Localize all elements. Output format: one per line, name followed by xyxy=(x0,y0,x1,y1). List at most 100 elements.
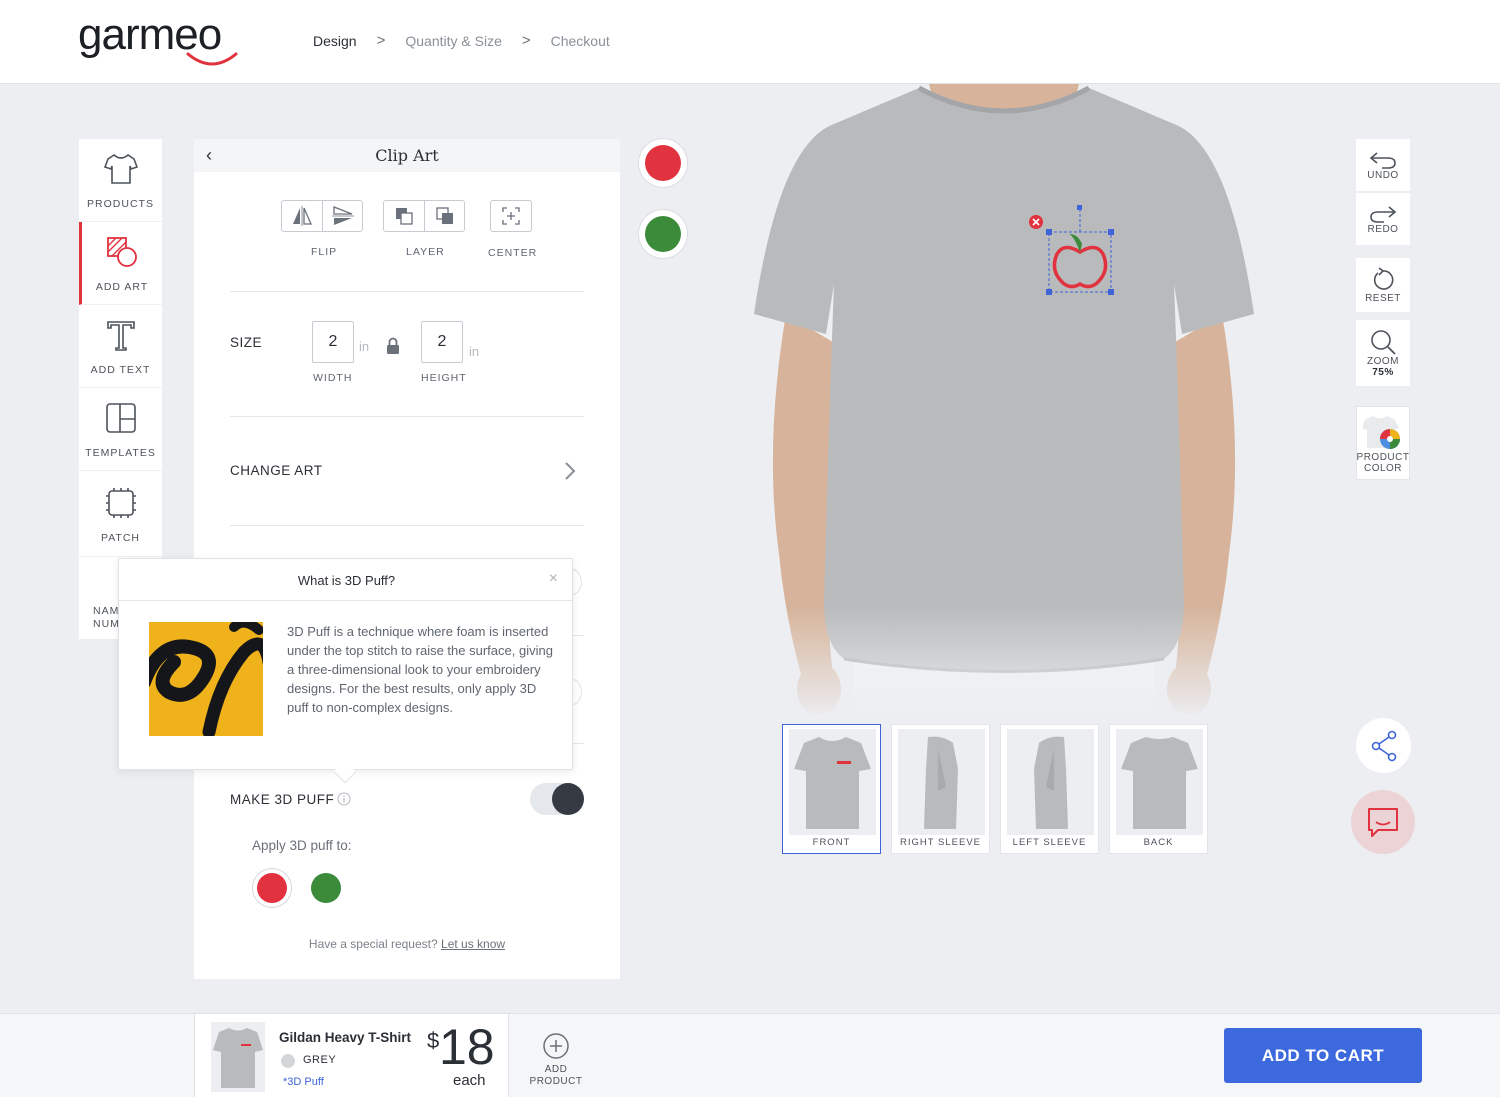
add-product-button[interactable]: ADD PRODUCT xyxy=(530,1032,582,1088)
chevron-right-icon[interactable] xyxy=(563,461,577,481)
tool-templates[interactable]: TEMPLATES xyxy=(79,388,162,471)
tool-patch[interactable]: PATCH xyxy=(79,471,162,557)
puff-color-red[interactable] xyxy=(257,873,287,903)
close-icon[interactable]: × xyxy=(549,570,558,588)
tool-name-label: NAM xyxy=(93,605,120,617)
add-to-cart-button[interactable]: ADD TO CART xyxy=(1224,1028,1422,1083)
product-canvas[interactable] xyxy=(724,84,1284,720)
patch-icon xyxy=(105,487,136,518)
height-label: HEIGHT xyxy=(421,372,467,384)
undo-button[interactable]: UNDO xyxy=(1356,139,1410,191)
height-input[interactable]: 2 xyxy=(421,321,463,363)
view-right-sleeve[interactable]: RIGHT SLEEVE xyxy=(891,724,990,854)
price-value: 18 xyxy=(439,1019,495,1075)
center-buttons xyxy=(490,200,532,232)
size-label: SIZE xyxy=(230,335,263,350)
redo-button[interactable]: REDO xyxy=(1356,193,1410,245)
center-button[interactable] xyxy=(491,201,531,231)
height-unit: in xyxy=(469,344,480,359)
art-color-red-swatch xyxy=(645,145,681,181)
product-color-name: GREY xyxy=(303,1054,337,1066)
redo-icon xyxy=(1370,205,1397,223)
product-color-button[interactable]: PRODUCT COLOR xyxy=(1356,406,1410,480)
front-view-thumbnail xyxy=(789,729,876,835)
product-thumbnail xyxy=(211,1022,265,1092)
apply-puff-label: Apply 3D puff to: xyxy=(252,838,352,853)
puff-color-green[interactable] xyxy=(311,873,341,903)
tool-products-label: PRODUCTS xyxy=(87,198,154,210)
product-color-icon xyxy=(1363,416,1400,449)
divider xyxy=(230,525,584,526)
grey-color-swatch xyxy=(281,1054,295,1068)
flip-vertical-icon xyxy=(331,206,354,225)
tool-add-text-label: ADD TEXT xyxy=(90,364,151,376)
zoom-button[interactable]: ZOOM 75% xyxy=(1356,320,1410,386)
flip-vertical-button[interactable] xyxy=(322,201,362,231)
tool-products[interactable]: PRODUCTS xyxy=(79,139,162,222)
chat-button[interactable] xyxy=(1351,790,1415,854)
zoom-icon xyxy=(1371,330,1396,355)
undo-label: UNDO xyxy=(1367,169,1399,181)
tool-add-art[interactable]: ADD ART xyxy=(79,222,162,305)
change-art-label[interactable]: CHANGE ART xyxy=(230,463,323,478)
tool-patch-label: PATCH xyxy=(100,531,141,544)
crumb-quantity-size[interactable]: Quantity & Size xyxy=(405,33,502,49)
tool-add-text[interactable]: ADD TEXT xyxy=(79,305,162,388)
zoom-value: 75% xyxy=(1372,367,1394,378)
panel-title: Clip Art xyxy=(375,146,439,165)
view-left-sleeve[interactable]: LEFT SLEEVE xyxy=(1000,724,1099,854)
crumb-checkout[interactable]: Checkout xyxy=(551,33,610,49)
bring-forward-icon xyxy=(435,207,453,224)
width-input[interactable]: 2 xyxy=(312,321,354,363)
special-request-text: Have a special request? xyxy=(308,937,438,951)
divider xyxy=(230,416,584,417)
flip-buttons xyxy=(281,200,363,232)
view-front-label: FRONT xyxy=(812,837,851,848)
info-icon[interactable] xyxy=(337,792,351,806)
view-back-label: BACK xyxy=(1143,837,1174,848)
price-unit: each xyxy=(453,1072,486,1089)
art-color-green[interactable] xyxy=(639,210,687,258)
embroidery-sample-graphic xyxy=(149,622,263,736)
crumb-design[interactable]: Design xyxy=(313,33,357,49)
make-3d-puff-toggle[interactable] xyxy=(530,783,584,815)
3d-puff-sample-image xyxy=(149,622,263,736)
tshirt-icon xyxy=(103,153,138,184)
templates-icon xyxy=(105,403,136,433)
add-art-icon xyxy=(107,237,137,267)
top-header: garmeo Design > Quantity & Size > Checko… xyxy=(0,0,1500,84)
tool-number-label: NUM xyxy=(93,618,120,630)
left-sleeve-thumbnail xyxy=(1007,729,1094,835)
logo-smile-icon xyxy=(186,52,238,66)
add-product-label-2: PRODUCT xyxy=(529,1076,583,1087)
tool-templates-label: TEMPLATES xyxy=(85,447,156,459)
flip-horizontal-button[interactable] xyxy=(282,201,322,231)
view-left-sleeve-label: LEFT SLEEVE xyxy=(1012,837,1087,848)
view-back[interactable]: BACK xyxy=(1109,724,1208,854)
right-sleeve-thumbnail xyxy=(898,729,985,835)
bottom-bar: Gildan Heavy T-Shirt GREY *3D Puff $ 18 … xyxy=(0,1013,1500,1097)
reset-button[interactable]: RESET xyxy=(1356,258,1410,312)
let-us-know-link[interactable]: Let us know xyxy=(441,937,505,951)
layer-front-button[interactable] xyxy=(424,201,464,231)
view-front[interactable]: FRONT xyxy=(782,724,881,854)
layer-back-button[interactable] xyxy=(384,201,424,231)
share-button[interactable] xyxy=(1356,718,1411,773)
flip-label: FLIP xyxy=(311,246,338,258)
art-color-red[interactable] xyxy=(639,139,687,187)
selected-product: Gildan Heavy T-Shirt GREY *3D Puff $ 18 … xyxy=(194,1014,509,1097)
product-note: *3D Puff xyxy=(283,1076,324,1088)
chevron-right-icon: > xyxy=(521,32,531,49)
lock-icon[interactable] xyxy=(386,337,400,355)
panel-header: ‹ Clip Art xyxy=(194,139,620,172)
product-color-label-1: PRODUCT xyxy=(1356,452,1410,463)
back-view-thumbnail xyxy=(1116,729,1203,835)
send-backward-icon xyxy=(396,208,413,225)
chat-icon xyxy=(1368,808,1398,837)
width-unit: in xyxy=(359,339,370,354)
add-product-label-1: ADD xyxy=(544,1064,568,1075)
divider xyxy=(230,291,584,292)
plus-circle-icon xyxy=(543,1033,569,1059)
center-icon xyxy=(502,207,520,225)
center-label: CENTER xyxy=(488,247,538,259)
